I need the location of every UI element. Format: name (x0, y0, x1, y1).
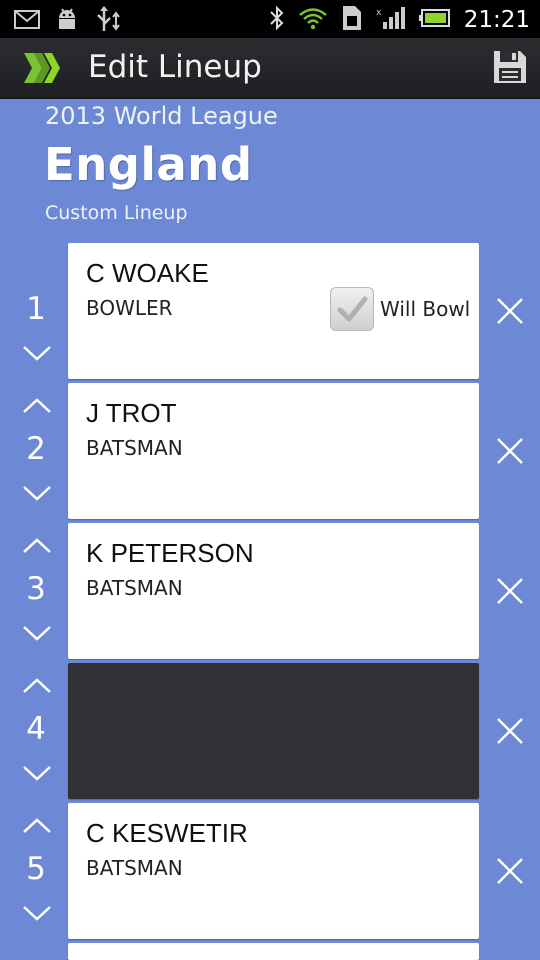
lineup-type: Custom Lineup (45, 202, 188, 224)
player-role: BATSMAN (86, 576, 183, 600)
player-role: BATSMAN (86, 436, 183, 460)
status-bar: x 21:21 (0, 0, 540, 38)
player-card[interactable]: C KESWETIR BATSMAN (68, 803, 479, 939)
move-down-chevron-icon[interactable] (21, 344, 53, 366)
lineup-row: 5 C KESWETIR BATSMAN (0, 803, 540, 943)
android-debug-icon (54, 6, 80, 36)
player-card[interactable]: K PETERSON BATSMAN (68, 523, 479, 659)
wifi-icon (298, 6, 328, 34)
will-bowl-checkbox[interactable] (330, 287, 374, 331)
app-logo-icon[interactable] (22, 51, 62, 89)
team-name: England (44, 138, 253, 191)
svg-text:x: x (376, 8, 382, 18)
lineup-row: 3 K PETERSON BATSMAN (0, 523, 540, 663)
player-role: BATSMAN (86, 856, 183, 880)
action-bar: Edit Lineup (0, 38, 540, 99)
move-down-chevron-icon[interactable] (21, 484, 53, 506)
remove-player-icon[interactable] (494, 715, 526, 751)
player-card[interactable] (68, 943, 479, 960)
batting-position-number: 3 (26, 571, 46, 607)
player-card[interactable]: J TROT BATSMAN (68, 383, 479, 519)
remove-player-icon[interactable] (494, 295, 526, 331)
sim-card-icon (341, 4, 363, 36)
player-card[interactable]: C WOAKE BOWLER Will Bowl (68, 243, 479, 379)
bluetooth-icon (269, 5, 285, 35)
will-bowl-toggle[interactable]: Will Bowl (330, 287, 470, 331)
move-down-chevron-icon[interactable] (21, 764, 53, 786)
signal-strength-icon: x (376, 5, 406, 35)
move-down-chevron-icon[interactable] (21, 904, 53, 926)
remove-player-icon[interactable] (494, 855, 526, 891)
league-name: 2013 World League (45, 102, 278, 130)
batting-position-number: 1 (26, 291, 46, 327)
move-up-chevron-icon[interactable] (21, 677, 53, 699)
player-name: C WOAKE (86, 258, 209, 288)
gmail-notification-icon (14, 8, 40, 34)
move-down-chevron-icon[interactable] (21, 624, 53, 646)
move-up-chevron-icon[interactable] (21, 397, 53, 419)
save-icon[interactable] (492, 49, 528, 89)
checkmark-icon (337, 296, 368, 322)
lineup-row: 1 C WOAKE BOWLER Will Bowl (0, 243, 540, 383)
batting-position-number: 5 (26, 851, 46, 887)
player-role: BOWLER (86, 296, 173, 320)
remove-player-icon[interactable] (494, 435, 526, 471)
remove-player-icon[interactable] (494, 575, 526, 611)
move-up-chevron-icon[interactable] (21, 817, 53, 839)
clock: 21:21 (463, 7, 530, 33)
usb-icon (94, 5, 124, 37)
player-name: K PETERSON (86, 538, 254, 568)
player-name: C KESWETIR (86, 818, 248, 848)
move-up-chevron-icon[interactable] (21, 537, 53, 559)
batting-position-number: 4 (26, 711, 46, 747)
will-bowl-label: Will Bowl (380, 297, 471, 321)
empty-player-slot[interactable] (68, 663, 479, 799)
player-name: J TROT (86, 398, 177, 428)
batting-position-number: 2 (26, 431, 46, 467)
lineup-row: 2 J TROT BATSMAN (0, 383, 540, 523)
action-bar-title: Edit Lineup (88, 49, 262, 85)
battery-icon (418, 8, 451, 32)
lineup-row: 4 (0, 663, 540, 803)
